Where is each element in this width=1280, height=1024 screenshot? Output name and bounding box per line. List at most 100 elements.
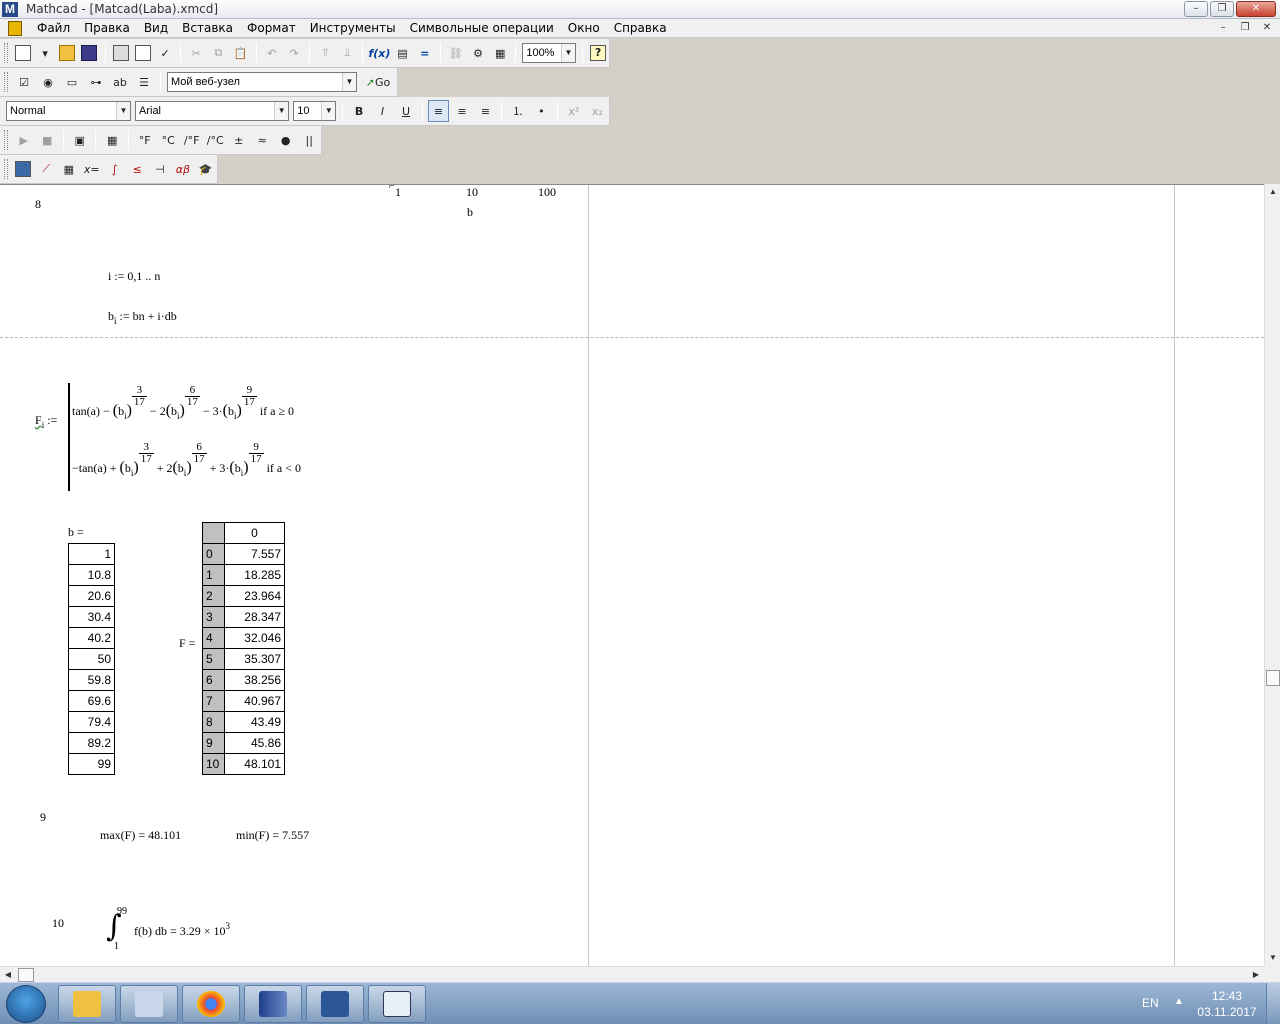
programming-palette-button[interactable]: ⊣	[150, 158, 171, 180]
align-left-button[interactable]: ≡	[427, 100, 450, 122]
document-icon[interactable]	[8, 21, 22, 36]
menu-symbolics[interactable]: Символьные операции	[403, 21, 561, 36]
symbolic-palette-button[interactable]: 🎓	[195, 158, 216, 180]
menu-window[interactable]: Окно	[561, 21, 607, 36]
piecewise-branch-1[interactable]: tan(a) − ((bbi)317 − 2(bi)617 − 3·(bi)91…	[72, 385, 294, 422]
menu-insert[interactable]: Вставка	[175, 21, 240, 36]
spellcheck-button[interactable]: ✓	[155, 42, 175, 64]
textbox-control-button[interactable]: ab	[109, 71, 131, 93]
subscript-button[interactable]: x₂	[587, 100, 608, 122]
underline-button[interactable]: U	[395, 100, 416, 122]
fahrenheit-button[interactable]: °F	[134, 129, 156, 151]
section-number-10[interactable]: 10	[52, 916, 64, 931]
scroll-left-icon[interactable]: ◀	[0, 967, 16, 983]
debug-button[interactable]: ▣	[69, 129, 91, 151]
calculator-palette-button[interactable]	[13, 158, 34, 180]
menu-edit[interactable]: Правка	[77, 21, 137, 36]
save-button[interactable]	[79, 42, 99, 64]
approx-button[interactable]: ≈	[251, 129, 273, 151]
per-fahrenheit-button[interactable]: /°F	[181, 129, 203, 151]
component-wizard-button[interactable]: ⚙	[468, 42, 488, 64]
taskbar-chrome[interactable]	[182, 985, 240, 1023]
menu-tools[interactable]: Инструменты	[303, 21, 403, 36]
calculus-palette-button[interactable]: ∫	[104, 158, 125, 180]
align-down-button[interactable]: ⫫	[337, 42, 357, 64]
per-celsius-button[interactable]: /°C	[204, 129, 226, 151]
toolbar-grip[interactable]	[4, 130, 8, 150]
listbox-control-button[interactable]: ☰	[133, 71, 155, 93]
open-button[interactable]	[57, 42, 77, 64]
greek-palette-button[interactable]: αβ	[172, 158, 193, 180]
help-button[interactable]: ?	[588, 42, 608, 64]
copy-button[interactable]: ⧉	[208, 42, 228, 64]
taskbar-word[interactable]	[306, 985, 364, 1023]
checkbox-control-button[interactable]: ☑	[13, 71, 35, 93]
radio-control-button[interactable]: ◉	[37, 71, 59, 93]
numbered-list-button[interactable]: ⒈	[507, 100, 528, 122]
redo-button[interactable]: ↷	[284, 42, 304, 64]
minimize-button[interactable]: –	[1184, 1, 1208, 17]
calculator-button[interactable]: ▦	[101, 129, 123, 151]
menu-format[interactable]: Формат	[240, 21, 303, 36]
menu-help[interactable]: Справка	[607, 21, 674, 36]
tray-expand-icon[interactable]: ▲	[1174, 996, 1184, 1007]
F-result-label[interactable]: F =	[179, 636, 195, 651]
font-size-select[interactable]: 10 ▼	[293, 101, 337, 121]
taskbar-explorer[interactable]	[58, 985, 116, 1023]
taskbar-window[interactable]	[368, 985, 426, 1023]
restore-button[interactable]: ❐	[1210, 1, 1234, 17]
range-definition[interactable]: i := 0,1 .. n	[108, 269, 160, 284]
toolbar-grip[interactable]	[4, 72, 8, 92]
vertical-scrollbar[interactable]: ▲ ▼	[1264, 184, 1280, 966]
bullet-list-button[interactable]: •	[531, 100, 552, 122]
align-center-button[interactable]: ≡	[451, 100, 472, 122]
push-button-control-button[interactable]: ▭	[61, 71, 83, 93]
dot-button[interactable]: ●	[275, 129, 297, 151]
superscript-button[interactable]: x²	[563, 100, 584, 122]
b-definition[interactable]: bi := bn + i·db	[108, 309, 177, 326]
insert-function-button[interactable]: f(x)	[368, 42, 390, 64]
undo-button[interactable]: ↶	[262, 42, 282, 64]
style-select[interactable]: Normal ▼	[6, 101, 131, 121]
matrix-palette-button[interactable]: ▦	[58, 158, 79, 180]
play-button[interactable]: ▶	[13, 129, 35, 151]
scroll-up-icon[interactable]: ▲	[1265, 184, 1280, 200]
print-button[interactable]	[111, 42, 131, 64]
new-button[interactable]	[13, 42, 33, 64]
close-button[interactable]: ✕	[1236, 1, 1276, 17]
doc-restore-button[interactable]: ❐	[1236, 21, 1254, 35]
go-button[interactable]: ➚ Go	[360, 71, 396, 93]
piecewise-branch-2[interactable]: −tan(a) + (bi) 3 17 + 2(bi) 6 17 + 3·(bi) 9 17…	[72, 442, 301, 479]
taskbar-mathcad[interactable]	[244, 985, 302, 1023]
b-result-label[interactable]: b =	[68, 525, 84, 540]
system-clock[interactable]: 12:43 03.11.2017	[1196, 988, 1258, 1020]
section-number-8[interactable]: 8	[35, 197, 41, 212]
min-expression[interactable]: min(F) = 7.557	[236, 828, 309, 843]
section-number-9[interactable]: 9	[40, 810, 46, 825]
zoom-select[interactable]: 100% ▼	[522, 43, 576, 63]
celsius-button[interactable]: °C	[157, 129, 179, 151]
language-indicator[interactable]: EN	[1142, 996, 1159, 1010]
menu-file[interactable]: Файл	[30, 21, 77, 36]
doc-minimize-button[interactable]: –	[1214, 21, 1232, 35]
insert-unit-button[interactable]: ▤	[392, 42, 412, 64]
F-definition-lhs[interactable]: Fi :=	[35, 413, 57, 430]
resource-center-button[interactable]: ▦	[490, 42, 510, 64]
horizontal-scrollbar[interactable]: ◀ ▶	[0, 966, 1264, 982]
align-right-button[interactable]: ≡	[475, 100, 496, 122]
start-button[interactable]	[6, 985, 46, 1023]
evaluation-palette-button[interactable]: x=	[81, 158, 102, 180]
mathcad-app-icon[interactable]: M	[2, 2, 18, 17]
parallel-button[interactable]: ||	[298, 129, 320, 151]
max-expression[interactable]: max(F) = 48.101	[100, 828, 181, 843]
stop-button[interactable]: ■	[36, 129, 58, 151]
print-preview-button[interactable]	[133, 42, 153, 64]
paste-button[interactable]: 📋	[231, 42, 251, 64]
horizontal-scroll-thumb[interactable]	[18, 968, 34, 982]
calculate-button[interactable]: =	[415, 42, 435, 64]
doc-close-button[interactable]: ✕	[1258, 21, 1276, 35]
F-result-table[interactable]: 0 0 7.557 1 18.285 2 23.964 3 28.347 4 32.046 5 35.…	[202, 522, 285, 775]
insert-hyperlink-button[interactable]: ⛓	[446, 42, 466, 64]
new-dropdown-button[interactable]: ▾	[35, 42, 55, 64]
align-across-button[interactable]: ⫪	[315, 42, 335, 64]
